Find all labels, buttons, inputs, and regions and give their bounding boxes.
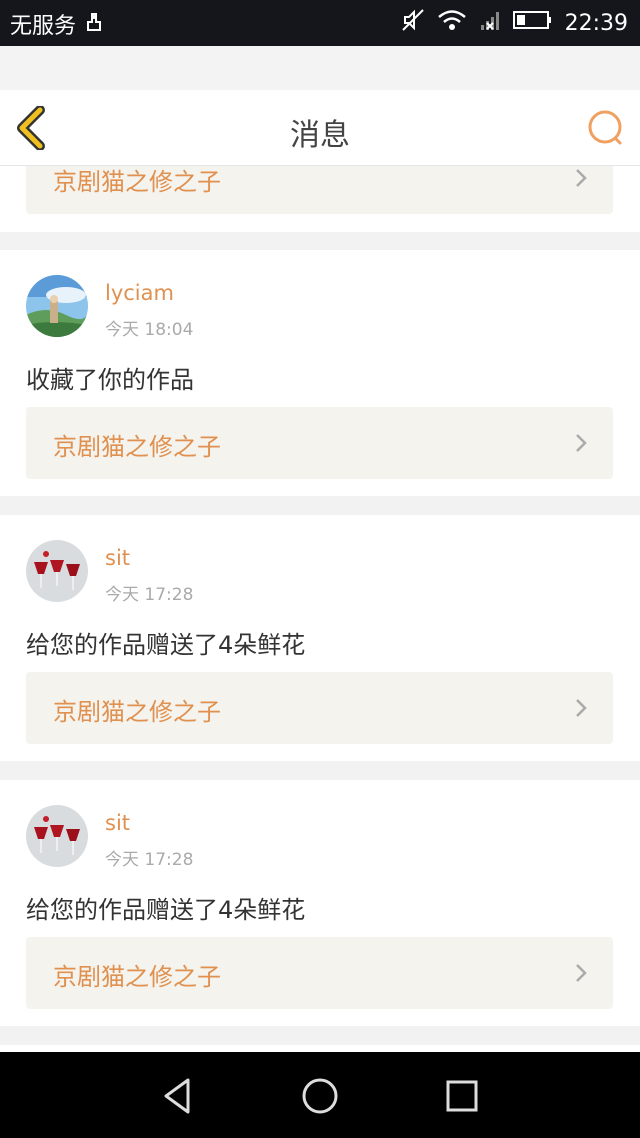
chevron-right-icon: [576, 964, 587, 982]
search-icon: [588, 110, 622, 145]
chevron-right-icon: [576, 434, 587, 452]
avatar[interactable]: [26, 540, 88, 602]
avatar[interactable]: [26, 275, 88, 337]
clock: 22:39: [564, 10, 628, 36]
mute-icon: [401, 8, 425, 38]
message-time: 今天 17:28: [105, 850, 194, 870]
message-time: 今天 18:04: [105, 320, 194, 340]
message-text: 收藏了你的作品: [26, 366, 194, 394]
status-bar: 无服务 22:39: [0, 0, 640, 46]
work-link[interactable]: 京剧猫之修之子: [26, 937, 613, 1009]
message-time: 今天 17:28: [105, 585, 194, 605]
message-text: 给您的作品赠送了4朵鲜花: [26, 896, 306, 924]
nav-recents-button[interactable]: [442, 1076, 482, 1116]
recents-square-icon: [446, 1080, 478, 1112]
navigation-bar: [0, 1052, 640, 1138]
page-title: 消息: [290, 118, 350, 153]
message-card: lyciam 今天 18:04 收藏了你的作品 京剧猫之修之子: [0, 250, 640, 496]
battery-icon: [512, 9, 553, 37]
search-button[interactable]: [586, 108, 626, 148]
username[interactable]: lyciam: [105, 281, 193, 305]
work-title: 京剧猫之修之子: [53, 433, 221, 461]
message-user-row[interactable]: sit 今天 17:28: [26, 540, 193, 605]
avatar[interactable]: [26, 805, 88, 867]
username[interactable]: sit: [105, 811, 193, 835]
app-header: 消息: [0, 90, 640, 166]
usb-icon: [84, 10, 104, 38]
glasses-avatar: [26, 540, 88, 602]
back-triangle-icon: [164, 1078, 190, 1114]
wifi-icon: [437, 9, 467, 37]
glasses-avatar: [26, 805, 88, 867]
message-card: sit 今天 17:28 给您的作品赠送了4朵鲜花 京剧猫之修之子: [0, 780, 640, 1026]
signal-icon: [479, 9, 501, 37]
home-circle-icon: [302, 1078, 338, 1114]
work-title: 京剧猫之修之子: [53, 698, 221, 726]
message-text: 给您的作品赠送了4朵鲜花: [26, 631, 306, 659]
username[interactable]: sit: [105, 546, 193, 570]
message-user-row[interactable]: sit 今天 17:28: [26, 805, 193, 870]
chevron-right-icon: [576, 169, 587, 187]
work-link[interactable]: 京剧猫之修之子: [26, 407, 613, 479]
chevron-right-icon: [576, 699, 587, 717]
work-title: 京剧猫之修之子: [53, 963, 221, 991]
landscape-avatar: [26, 275, 88, 337]
work-title: 京剧猫之修之子: [53, 168, 221, 196]
nav-home-button[interactable]: [300, 1076, 340, 1116]
nav-back-button[interactable]: [158, 1076, 198, 1116]
carrier-label: 无服务: [10, 14, 77, 39]
work-link[interactable]: 京剧猫之修之子: [26, 672, 613, 744]
message-card-partial: [0, 1045, 640, 1052]
message-card: sit 今天 17:28 给您的作品赠送了4朵鲜花 京剧猫之修之子: [0, 515, 640, 761]
status-gap: [0, 46, 640, 90]
message-user-row[interactable]: lyciam 今天 18:04: [26, 275, 193, 340]
